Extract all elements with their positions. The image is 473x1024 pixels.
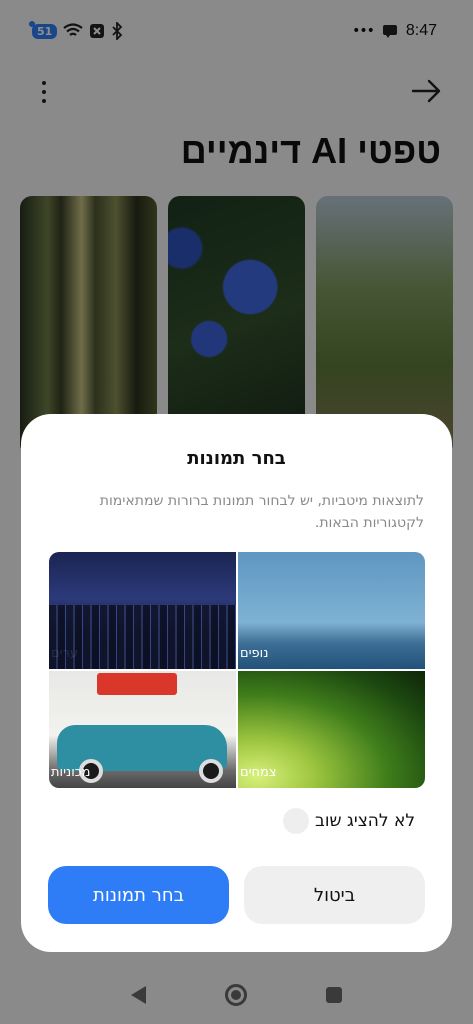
category-tile-cars: מכוניות	[49, 671, 236, 788]
dont-show-again-checkbox[interactable]	[283, 808, 309, 834]
car-wheel	[199, 759, 223, 783]
dialog-title: בחר תמונות	[187, 448, 286, 469]
shop-sign	[97, 673, 177, 695]
nav-home-icon[interactable]	[225, 984, 247, 1006]
nav-recents-icon[interactable]	[326, 987, 342, 1003]
category-tile-plants: צמחים	[238, 671, 425, 788]
dont-show-again-label: לא להציג שוב	[315, 811, 415, 831]
category-label: צמחים	[240, 765, 277, 780]
nav-back-icon[interactable]	[131, 986, 146, 1004]
cancel-button[interactable]: ביטול	[244, 866, 425, 924]
category-tile-cities: ערים	[49, 552, 236, 669]
category-tile-landscapes: נופים	[238, 552, 425, 669]
category-label: מכוניות	[51, 765, 91, 780]
select-images-button[interactable]: בחר תמונות	[48, 866, 229, 924]
category-label: נופים	[240, 646, 269, 661]
dont-show-again-row[interactable]: לא להציג שוב	[283, 808, 415, 834]
dialog-description: לתוצאות מיטביות, יש לבחור תמונות ברורות …	[99, 493, 424, 531]
category-label: ערים	[51, 646, 79, 661]
select-images-dialog: בחר תמונות לתוצאות מיטביות, יש לבחור תמו…	[21, 414, 452, 952]
system-nav-bar	[0, 960, 473, 1024]
category-grid: ערים נופים מכוניות צמחים	[49, 552, 425, 788]
